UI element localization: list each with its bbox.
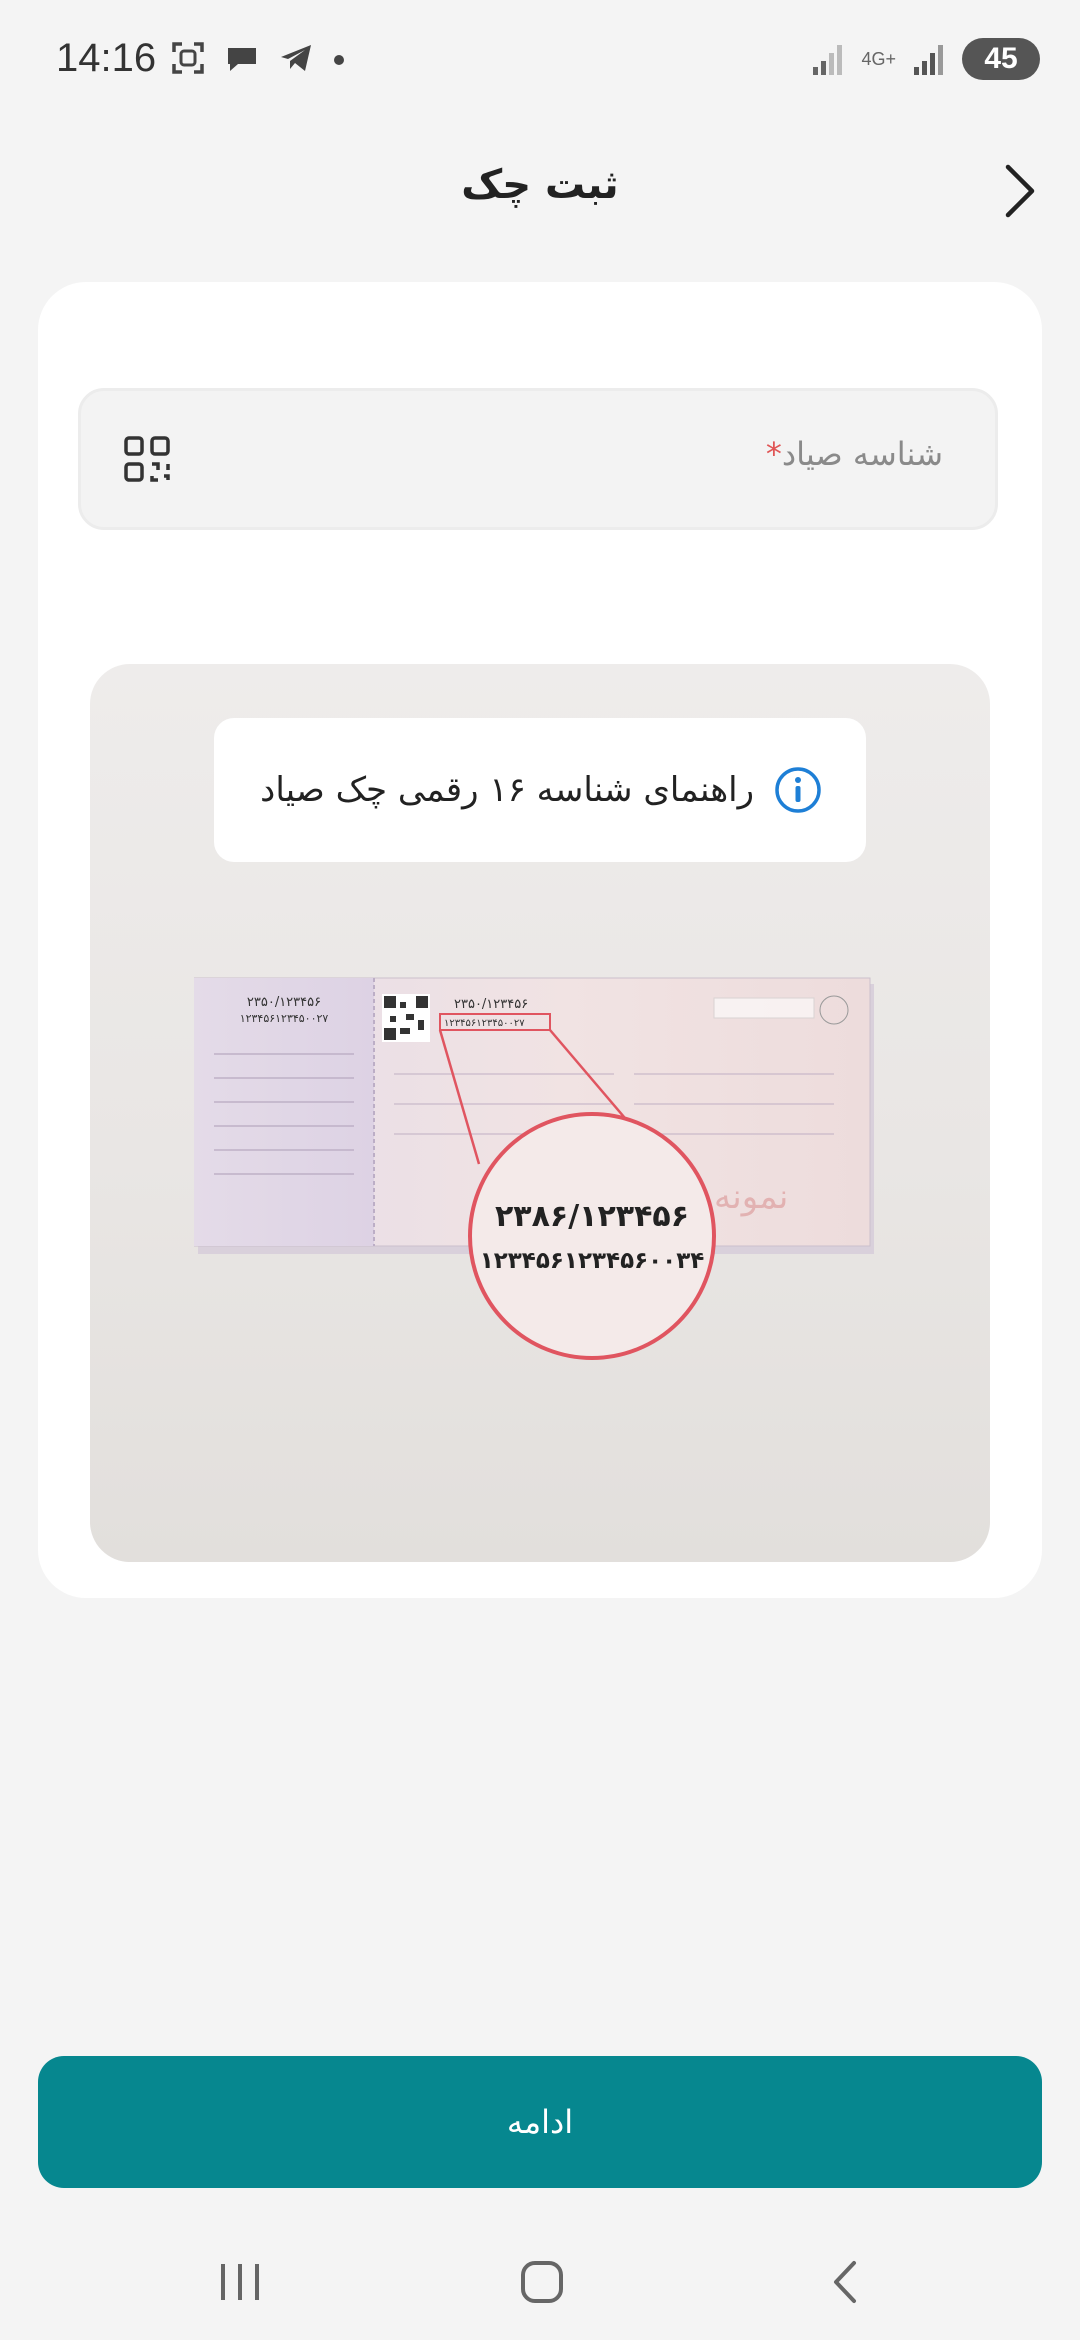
home-button[interactable]: [502, 2250, 582, 2314]
app-bar: ثبت چک: [0, 140, 1080, 240]
system-icons: 4G+ 45: [813, 38, 1040, 80]
telegram-icon: [281, 45, 311, 71]
status-bar: 14:16 4G+ 45: [0, 0, 1080, 120]
continue-button[interactable]: ادامه: [38, 2056, 1042, 2188]
sayad-id-label: شناسه صیاد*: [752, 435, 943, 473]
stub-series: ۲۳۵۰/۱۲۳۴۵۶: [247, 995, 321, 1010]
recent-apps-button[interactable]: [200, 2250, 280, 2314]
guide-title: راهنمای شناسه ۱۶ رقمی چک صیاد: [260, 770, 754, 810]
message-icon: [228, 48, 256, 71]
back-button[interactable]: [990, 156, 1050, 226]
stub-id: ۱۲۳۴۵۶۱۲۳۴۵۰۰۲۷: [240, 1012, 329, 1025]
network-type: 4G+: [861, 48, 896, 69]
recent-apps-icon: [221, 2264, 259, 2300]
battery-indicator: 45: [962, 38, 1040, 80]
qr-code-icon: [124, 436, 170, 482]
watermark-text: نمونه: [714, 1177, 788, 1217]
page-title: ثبت چک: [461, 162, 619, 208]
battery-level: 45: [984, 42, 1018, 75]
home-icon: [521, 2261, 563, 2303]
field-label-text: شناسه صیاد: [781, 435, 943, 473]
back-nav-icon: [834, 2261, 856, 2303]
guide-banner: راهنمای شناسه ۱۶ رقمی چک صیاد: [214, 718, 866, 862]
cheque-series-zoom: ۲۳۸۶/۱۲۳۴۵۶: [495, 1199, 689, 1234]
main-card: شناسه صیاد* راهنمای شناسه ۱۶ رقمی چک صیا…: [38, 282, 1042, 1598]
info-icon: [775, 767, 821, 813]
cheque-sample-image: ۲۳۵۰/۱۲۳۴۵۶ ۱۲۳۴۵۶۱۲۳۴۵۰۰۲۷ ۲۳۵۰/۱۲۳۴۵۶ …: [194, 977, 874, 1360]
signal-icon: [813, 45, 843, 75]
sayad-id-field[interactable]: شناسه صیاد*: [78, 388, 998, 530]
guide-panel: راهنمای شناسه ۱۶ رقمی چک صیاد ۲۳۵۰/۱۲۳۴۵…: [90, 664, 990, 1562]
dot-icon: [334, 55, 344, 65]
screenshot-icon: [172, 42, 204, 74]
qr-scan-button[interactable]: [123, 435, 171, 483]
cheque-id-zoom: ۱۲۳۴۵۶۱۲۳۴۵۶۰۰۳۴: [480, 1248, 705, 1274]
continue-label: ادامه: [506, 2103, 574, 2141]
chevron-right-icon: [1005, 164, 1035, 218]
signal-icon-2: [914, 45, 943, 75]
status-time: 14:16: [56, 36, 157, 80]
system-navigation-bar: [0, 2220, 1080, 2340]
cheque-series-small: ۲۳۵۰/۱۲۳۴۵۶: [454, 997, 528, 1012]
notification-icons: [170, 40, 346, 76]
back-nav-button[interactable]: [806, 2250, 886, 2314]
required-mark: *: [765, 435, 782, 473]
cheque-id-small: ۱۲۳۴۵۶۱۲۳۴۵۰۰۲۷: [444, 1018, 525, 1029]
